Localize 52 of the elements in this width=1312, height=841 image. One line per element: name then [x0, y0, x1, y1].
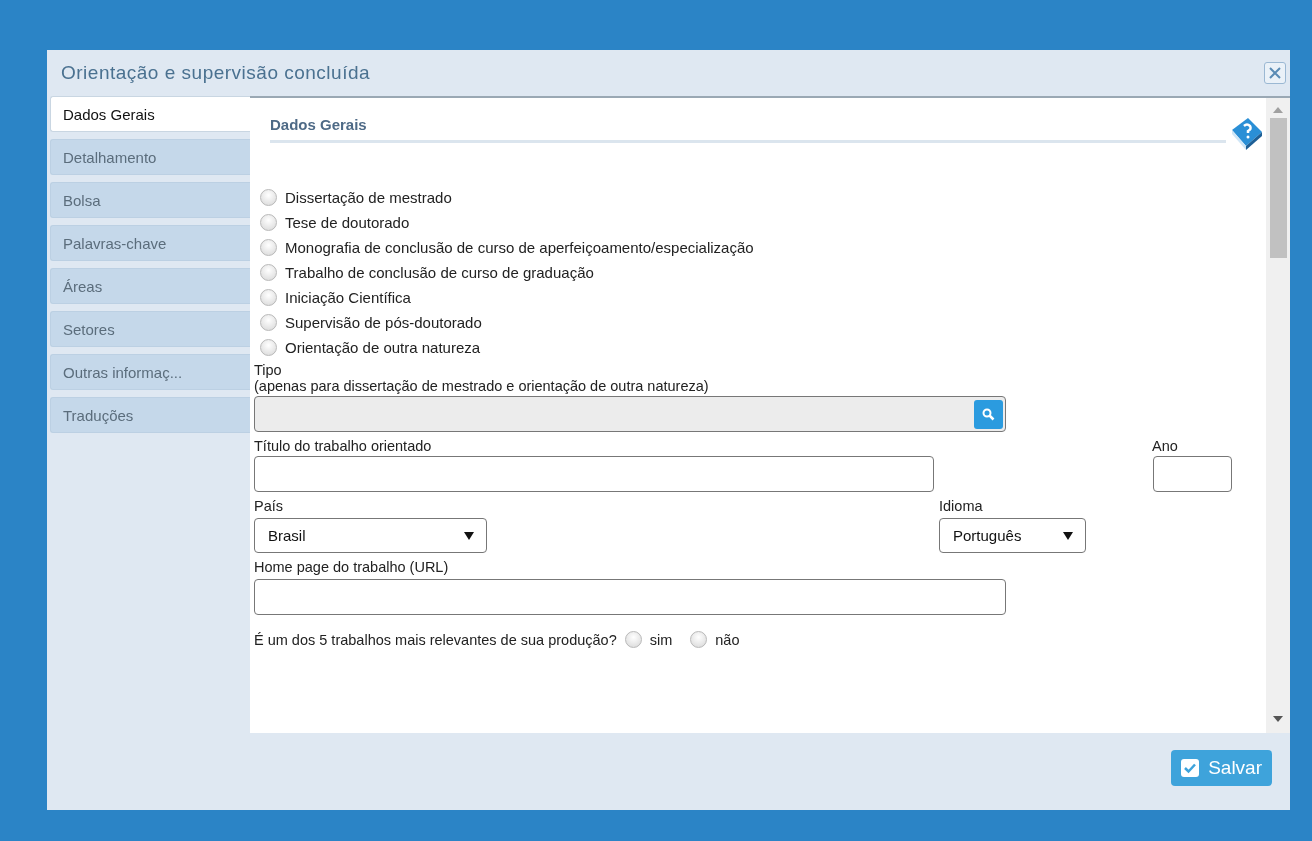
tab[interactable]: Dados Gerais — [50, 96, 250, 132]
option-label: Supervisão de pós-doutorado — [285, 314, 482, 331]
field-label: Tipo — [254, 362, 283, 378]
radio-button[interactable] — [260, 239, 277, 256]
section-title: Dados Gerais — [270, 116, 1226, 143]
caret-icon — [464, 531, 474, 540]
option-label: Trabalho de conclusão de curso de graduação — [285, 264, 594, 281]
option-label: Dissertação de mestrado — [285, 189, 452, 206]
question-label: É um dos 5 trabalhos mais relevantes de sua produção? — [254, 631, 617, 648]
tab[interactable]: Setores — [50, 311, 250, 347]
radio-button[interactable] — [260, 339, 277, 356]
option-label: Tese de doutorado — [285, 214, 410, 231]
option-label: Iniciação Científica — [285, 289, 411, 306]
field-label: Home page do trabalho (URL) — [254, 559, 450, 575]
dialog-title: Orientação e supervisão concluída — [61, 62, 371, 84]
tab[interactable]: Outras informaç... — [50, 354, 250, 390]
option-label: Orientação de outra natureza — [285, 339, 481, 356]
option-label: Monografia de conclusão de curso de aperfeiçoamento/especialização — [285, 239, 754, 256]
field-label: Ano — [1152, 438, 1178, 454]
tab[interactable]: Detalhamento — [50, 139, 250, 175]
title-input[interactable] — [254, 456, 934, 492]
checkbox-icon — [1180, 758, 1201, 778]
option-label: não — [715, 631, 740, 648]
year-input[interactable] — [1153, 456, 1232, 492]
field-label: Título do trabalho orientado — [254, 438, 433, 454]
country-select[interactable]: Brasil — [254, 518, 487, 553]
tab[interactable]: Áreas — [50, 268, 250, 304]
radio-button[interactable] — [260, 189, 277, 206]
scrollbar[interactable] — [1266, 98, 1290, 733]
radio-button[interactable] — [260, 264, 277, 281]
search-icon — [982, 407, 995, 421]
radio-button[interactable] — [260, 214, 277, 231]
tab[interactable]: Bolsa — [50, 182, 250, 218]
field-label: Idioma — [939, 498, 984, 514]
search-button[interactable] — [974, 399, 1003, 429]
option-label: sim — [649, 631, 673, 648]
scrollbar-thumb[interactable] — [1269, 118, 1287, 258]
radio-button[interactable] — [624, 631, 642, 648]
radio-button[interactable] — [690, 631, 708, 648]
scroll-down-icon[interactable] — [1273, 715, 1283, 723]
tab[interactable]: Palavras-chave — [50, 225, 250, 261]
radio-button[interactable] — [260, 314, 277, 331]
tab[interactable]: Traduções — [50, 397, 250, 433]
field-label: País — [254, 498, 284, 514]
tipo-field[interactable] — [254, 396, 1006, 432]
scroll-up-icon[interactable] — [1273, 106, 1283, 114]
caret-icon — [1063, 531, 1073, 540]
field-hint: (apenas para dissertação de mestrado e orientação de outra natureza) — [254, 378, 710, 394]
language-select[interactable]: Português — [939, 518, 1086, 553]
save-button[interactable]: Salvar — [1171, 750, 1272, 786]
url-input[interactable] — [254, 579, 1006, 615]
radio-button[interactable] — [260, 289, 277, 306]
